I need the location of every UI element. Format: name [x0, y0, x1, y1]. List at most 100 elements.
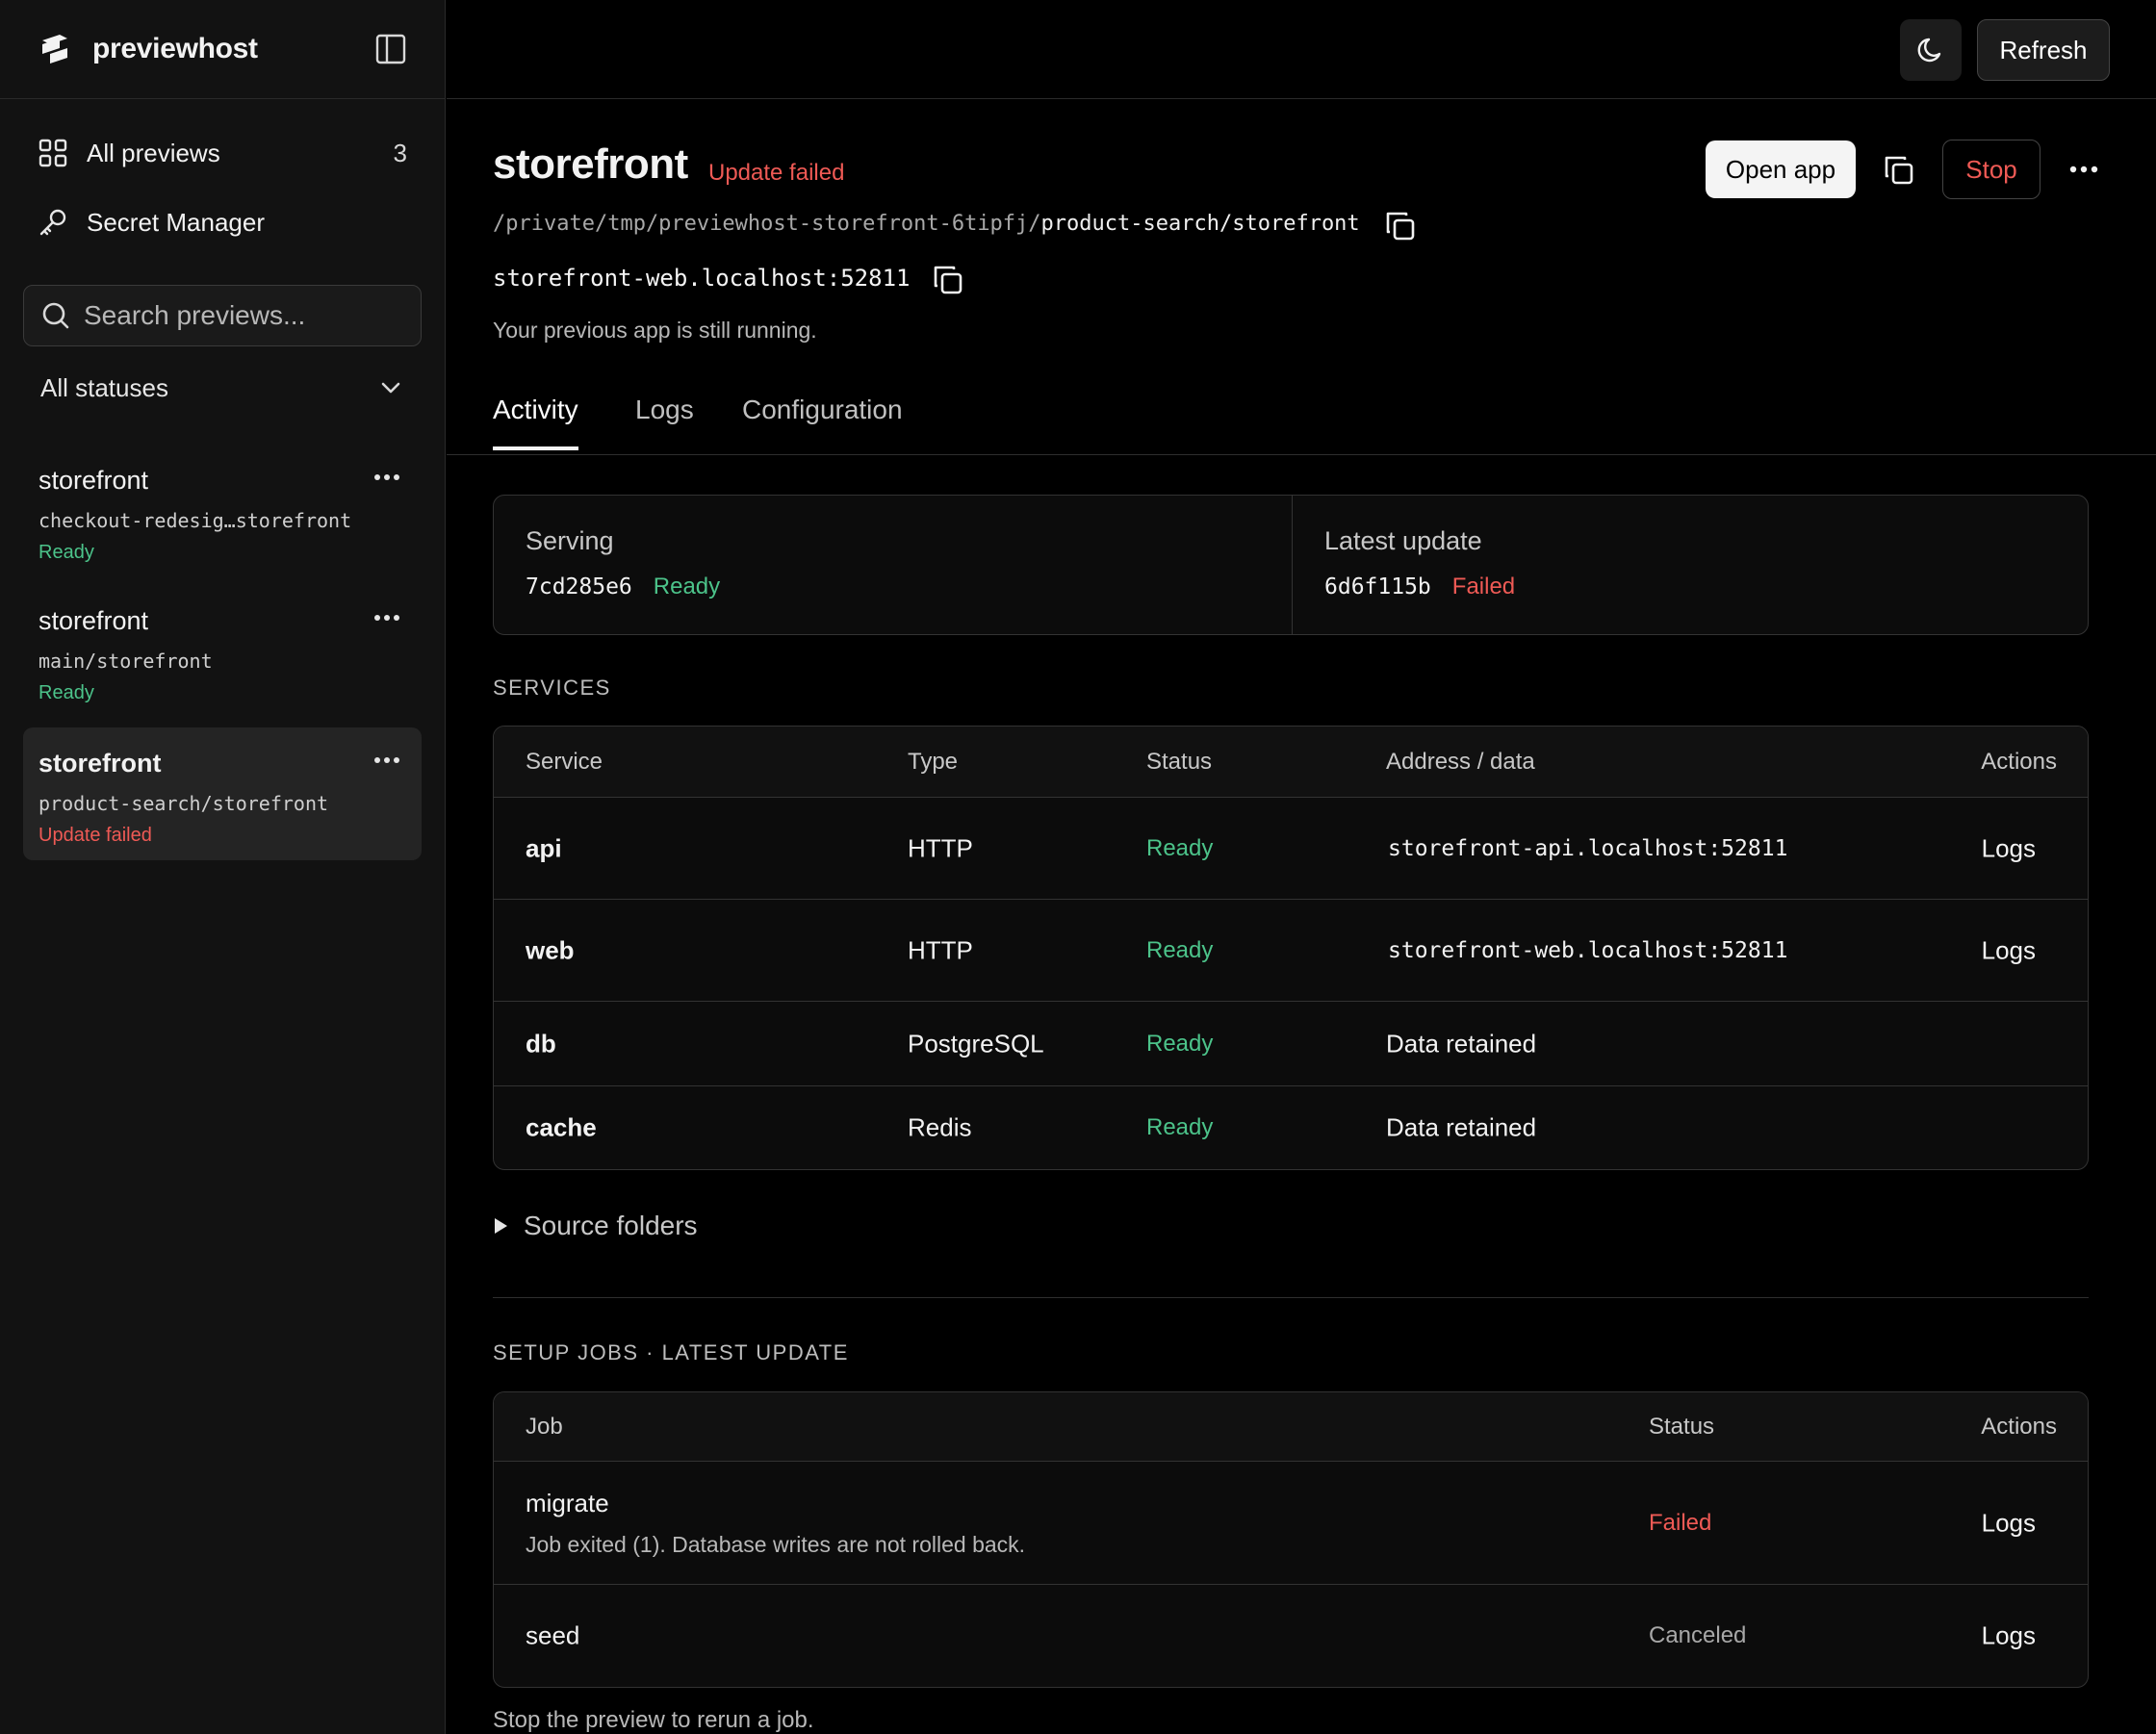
- services-heading: SERVICES: [493, 676, 611, 700]
- status-filter-value: All statuses: [40, 372, 168, 402]
- refresh-button[interactable]: Refresh: [1977, 19, 2110, 81]
- column-header: Service: [526, 748, 603, 775]
- job-name: seed: [526, 1620, 580, 1650]
- path-prefix: /private/tmp/previewhost-storefront-6tip…: [493, 212, 1041, 236]
- sidebar-item-secret-manager[interactable]: Secret Manager: [0, 188, 446, 257]
- table-row: migrate Job exited (1). Database writes …: [494, 1462, 2088, 1585]
- table-header: Service Type Status Address / data Actio…: [494, 727, 2088, 798]
- more-options-icon[interactable]: [373, 473, 400, 481]
- column-header: Status: [1146, 748, 1213, 775]
- host-address: storefront-web.localhost:52811: [493, 265, 911, 292]
- tab-bar: Activity Logs Configuration: [447, 383, 2156, 455]
- job-detail: Job exited (1). Database writes are not …: [526, 1531, 1026, 1557]
- divider: [493, 1297, 2089, 1298]
- status-filter-select[interactable]: All statuses: [23, 359, 422, 417]
- sidebar-item-label: All previews: [87, 138, 220, 167]
- service-logs-link[interactable]: Logs: [1982, 833, 2036, 863]
- more-options-icon[interactable]: [373, 756, 400, 764]
- summary-panel: Serving 7cd285e6 Ready Latest update 6d6f…: [493, 495, 2089, 635]
- path-suffix: product-search/storefront: [1040, 212, 1360, 236]
- copy-path-icon[interactable]: [1384, 210, 1417, 242]
- sidebar-item-label: Secret Manager: [87, 207, 265, 237]
- preview-title: storefront: [38, 606, 149, 635]
- table-header: Job Status Actions: [494, 1392, 2088, 1462]
- service-type: HTTP: [908, 833, 973, 862]
- jobs-table: Job Status Actions migrate Job exited (1…: [493, 1391, 2089, 1688]
- open-app-button[interactable]: Open app: [1706, 140, 1856, 198]
- services-table: Service Type Status Address / data Actio…: [493, 726, 2089, 1170]
- preview-card[interactable]: storefront main/storefront Ready: [23, 585, 422, 718]
- column-header: Job: [526, 1413, 563, 1440]
- service-address: storefront-web.localhost:52811: [1388, 937, 1788, 963]
- preview-card[interactable]: storefront checkout-redesig…storefront R…: [23, 445, 422, 577]
- key-icon: [39, 209, 66, 236]
- service-type: Redis: [908, 1112, 972, 1142]
- previews-count: 3: [393, 138, 407, 167]
- service-type: HTTP: [908, 935, 973, 964]
- service-status: Ready: [1146, 834, 1214, 861]
- source-folders-toggle[interactable]: Source folders: [493, 1211, 698, 1241]
- service-type: PostgreSQL: [908, 1029, 1044, 1058]
- copy-host-icon[interactable]: [932, 264, 964, 296]
- brand-name: previewhost: [92, 33, 258, 64]
- preview-branch: main/storefront: [38, 650, 213, 673]
- service-name: web: [526, 935, 575, 964]
- search-box: [23, 285, 422, 346]
- sidebar-toggle-icon[interactable]: [375, 33, 406, 65]
- sidebar: previewhost All previews 3 Secret Manage…: [0, 0, 446, 1734]
- service-status: Ready: [1146, 1030, 1214, 1057]
- source-path: /private/tmp/previewhost-storefront-6tip…: [493, 212, 1360, 236]
- table-row: api HTTP Ready storefront-api.localhost:…: [494, 798, 2088, 900]
- status-note: Your previous app is still running.: [493, 318, 817, 343]
- latest-status: Failed: [1451, 574, 1516, 599]
- search-input[interactable]: [84, 300, 411, 331]
- copy-icon[interactable]: [1883, 154, 1915, 187]
- latest-commit: 6d6f115b: [1324, 574, 1431, 599]
- column-header: Type: [908, 748, 959, 775]
- table-row: cache Redis Ready Data retained: [494, 1086, 2088, 1169]
- column-header: Status: [1649, 1413, 1715, 1440]
- latest-update-label: Latest update: [1324, 526, 1482, 555]
- preview-title: storefront: [38, 749, 162, 778]
- stop-button[interactable]: Stop: [1942, 140, 2040, 199]
- preview-status: Ready: [38, 542, 94, 563]
- service-name: cache: [526, 1112, 597, 1142]
- preview-title: storefront: [38, 466, 149, 495]
- source-folders-label: Source folders: [524, 1211, 698, 1240]
- more-options-icon[interactable]: [373, 614, 400, 622]
- service-name: api: [526, 833, 562, 862]
- caret-right-icon: [495, 1218, 507, 1234]
- more-options-icon[interactable]: [2069, 166, 2098, 173]
- job-logs-link[interactable]: Logs: [1982, 1621, 2036, 1651]
- serving-commit: 7cd285e6: [526, 574, 632, 599]
- status-badge: Update failed: [708, 160, 845, 186]
- setup-jobs-heading: SETUP JOBS · LATEST UPDATE: [493, 1340, 849, 1364]
- preview-card-active[interactable]: storefront product-search/storefront Upd…: [23, 727, 422, 860]
- tab-configuration[interactable]: Configuration: [742, 395, 903, 446]
- previewhost-logo-icon: [42, 35, 67, 64]
- latest-update-summary: Latest update 6d6f115b Failed: [1292, 496, 2088, 634]
- job-logs-link[interactable]: Logs: [1982, 1508, 2036, 1538]
- theme-toggle-button[interactable]: [1900, 19, 1962, 81]
- service-status: Ready: [1146, 1114, 1214, 1140]
- column-header: Actions: [1981, 1413, 2057, 1440]
- grid-icon: [38, 139, 67, 167]
- service-logs-link[interactable]: Logs: [1982, 935, 2036, 965]
- preview-status: Update failed: [38, 825, 152, 846]
- column-header: Address / data: [1386, 748, 1535, 775]
- job-status: Canceled: [1649, 1622, 1747, 1648]
- moon-icon: [1917, 38, 1941, 63]
- latest-update-value: 6d6f115b Failed: [1324, 574, 2056, 600]
- tab-logs[interactable]: Logs: [635, 395, 694, 446]
- service-address: storefront-api.localhost:52811: [1388, 835, 1788, 861]
- preview-status: Ready: [38, 682, 94, 703]
- serving-label: Serving: [526, 526, 614, 555]
- sidebar-item-all-previews[interactable]: All previews 3: [0, 118, 446, 188]
- serving-value: 7cd285e6 Ready: [526, 574, 1260, 600]
- sidebar-header: previewhost: [0, 0, 445, 99]
- service-name: db: [526, 1029, 556, 1058]
- service-data: Data retained: [1386, 1112, 1537, 1142]
- tab-activity[interactable]: Activity: [493, 395, 578, 450]
- table-row: db PostgreSQL Ready Data retained: [494, 1002, 2088, 1086]
- serving-summary: Serving 7cd285e6 Ready: [494, 496, 1292, 634]
